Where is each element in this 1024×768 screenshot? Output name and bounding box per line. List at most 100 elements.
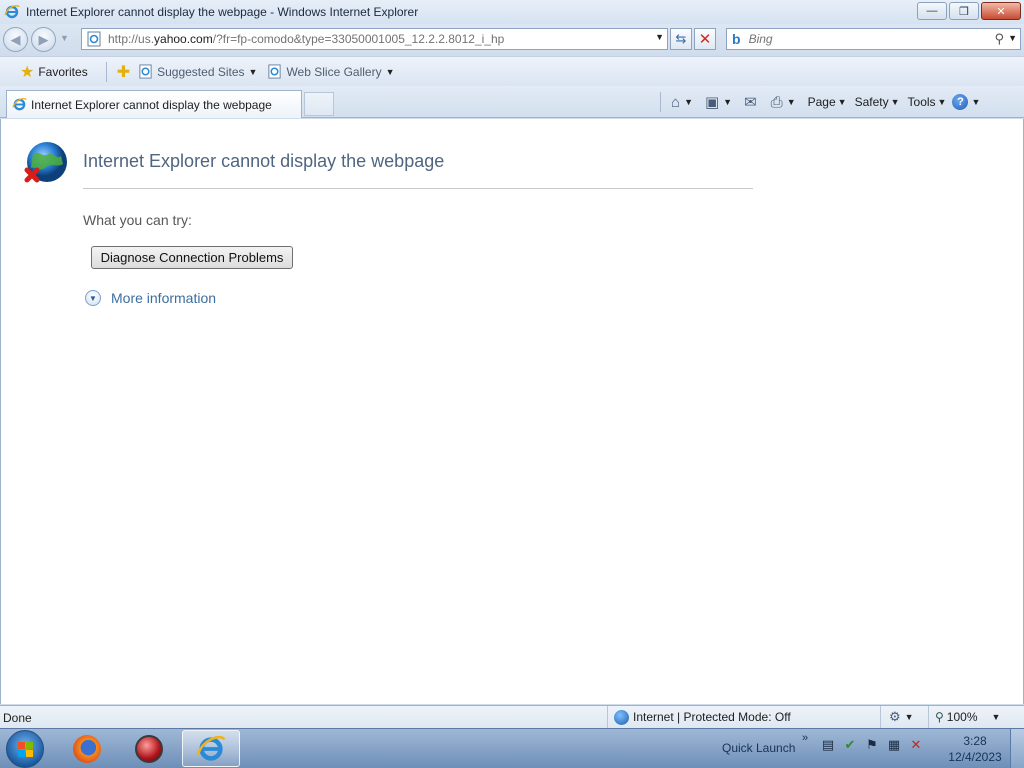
network-icon[interactable]: ▦ xyxy=(886,737,902,755)
search-box[interactable]: b ⚲ ▼ xyxy=(726,28,1021,50)
help-icon[interactable]: ? xyxy=(952,94,969,110)
quick-launch-label[interactable]: Quick Launch xyxy=(722,741,795,755)
page-title: Internet Explorer cannot display the web… xyxy=(83,151,445,171)
chevron-down-icon: ▼ xyxy=(385,66,395,77)
action-center-flag-icon[interactable]: ⚑ xyxy=(864,737,880,755)
recent-pages-dropdown[interactable]: ▼ xyxy=(60,33,69,43)
internet-explorer-icon xyxy=(4,5,20,19)
navigation-bar: ◀ ▶ ▼ http://us.yahoo.com/?fr=fp-comodo&… xyxy=(0,24,1024,56)
more-information-row[interactable]: ▼ More information xyxy=(85,290,216,306)
tools-menu-chevron-icon[interactable]: ▼ xyxy=(938,97,947,107)
home-icon[interactable]: ⌂ xyxy=(671,94,680,111)
page-icon xyxy=(87,31,101,47)
firefox-icon xyxy=(73,734,101,763)
zoom-magnifier-icon: ⚲ xyxy=(935,710,944,724)
page-menu[interactable]: Page xyxy=(808,95,836,109)
bing-icon: b xyxy=(732,31,741,47)
more-information-link[interactable]: More information xyxy=(111,290,216,306)
system-clock[interactable]: 3:28 12/4/2023 xyxy=(944,733,1006,765)
tools-menu[interactable]: Tools xyxy=(908,95,936,109)
window-title: Internet Explorer cannot display the web… xyxy=(26,5,419,19)
safety-menu[interactable]: Safety xyxy=(855,95,889,109)
taskbar-internet-explorer[interactable] xyxy=(182,730,240,767)
addons-dropdown-icon[interactable]: ▼ xyxy=(905,712,914,722)
address-bar[interactable]: http://us.yahoo.com/?fr=fp-comodo&type=3… xyxy=(81,28,668,50)
favorites-star-icon: ★ xyxy=(20,63,35,81)
tab-title: Internet Explorer cannot display the web… xyxy=(31,97,272,112)
refresh-icon: ⇆ xyxy=(675,31,687,46)
search-options-dropdown-icon[interactable]: ▼ xyxy=(1008,33,1017,43)
home-dropdown-icon[interactable]: ▼ xyxy=(684,97,693,107)
comodo-dragon-icon xyxy=(135,734,163,763)
back-button[interactable]: ◀ xyxy=(3,27,28,52)
command-bar-separator xyxy=(660,92,661,112)
forward-arrow-icon: ▶ xyxy=(38,31,49,47)
maximize-button[interactable]: ❐ xyxy=(949,2,979,20)
volume-muted-icon[interactable]: ✕ xyxy=(908,737,924,755)
addons-status[interactable]: ⚙ ▼ xyxy=(880,706,914,728)
stop-button[interactable]: ✕ xyxy=(694,28,716,50)
read-mail-icon[interactable]: ✉ xyxy=(744,93,757,111)
clock-time: 3:28 xyxy=(963,734,987,748)
refresh-button[interactable]: ⇆ xyxy=(670,28,692,50)
chevron-down-icon: ▼ xyxy=(248,66,258,77)
tray-document-icon[interactable]: ▤ xyxy=(820,737,836,755)
back-arrow-icon: ◀ xyxy=(10,31,21,47)
new-tab-button[interactable] xyxy=(304,92,334,116)
show-desktop-button[interactable] xyxy=(1010,729,1024,768)
tab-ie-icon xyxy=(12,97,27,111)
favorites-label: Favorites xyxy=(38,64,88,79)
help-dropdown-icon[interactable]: ▼ xyxy=(971,97,980,107)
tray-security-shield-icon[interactable]: ✔ xyxy=(842,737,858,755)
favorites-bar: ★ Favorites ✚ Suggested Sites ▼ Web Slic… xyxy=(0,56,1024,86)
command-bar: ⌂ ▼ ▣ ▼ ✉ ⎙ ▼ Page ▼ Safety ▼ Tools ▼ ? ▼ xyxy=(660,90,992,114)
start-button[interactable] xyxy=(6,730,44,768)
suggested-sites-page-icon xyxy=(139,64,152,79)
security-zone[interactable]: Internet | Protected Mode: Off xyxy=(607,706,791,728)
address-dropdown-icon[interactable]: ▼ xyxy=(655,32,664,42)
print-icon[interactable]: ⎙ xyxy=(771,94,783,111)
zoom-control[interactable]: ⚲ 100% ▼ xyxy=(928,706,1000,728)
zoom-dropdown-icon[interactable]: ▼ xyxy=(992,712,1001,722)
add-to-favorites-bar-icon[interactable]: ✚ xyxy=(117,62,130,82)
zoom-level: 100% xyxy=(946,710,978,724)
taskbar: Quick Launch » ▤ ✔ ⚑ ▦ ✕ 3:28 12/4/2023 xyxy=(0,728,1024,768)
web-slice-gallery-link[interactable]: Web Slice Gallery ▼ xyxy=(267,64,395,79)
favorites-button[interactable]: ★ Favorites xyxy=(16,60,92,84)
diagnose-connection-button[interactable]: Diagnose Connection Problems xyxy=(91,246,293,269)
heading-divider xyxy=(83,188,753,189)
feeds-dropdown-icon[interactable]: ▼ xyxy=(723,97,732,107)
suggested-sites-label: Suggested Sites xyxy=(157,64,245,79)
stop-icon: ✕ xyxy=(698,31,712,48)
page-menu-chevron-icon[interactable]: ▼ xyxy=(838,97,847,107)
close-button[interactable]: ✕ xyxy=(981,2,1021,20)
suggested-sites-link[interactable]: Suggested Sites ▼ xyxy=(138,64,257,79)
quick-launch-chevron-icon[interactable]: » xyxy=(802,732,808,744)
feeds-icon[interactable]: ▣ xyxy=(705,93,719,111)
web-slice-gallery-page-icon xyxy=(268,64,282,79)
zone-text: Internet | Protected Mode: Off xyxy=(633,710,791,724)
taskbar-comodo-dragon[interactable] xyxy=(120,730,178,767)
status-bar: Done Internet | Protected Mode: Off ⚙ ▼ … xyxy=(0,705,1024,728)
forward-button[interactable]: ▶ xyxy=(31,27,56,52)
web-slice-gallery-label: Web Slice Gallery xyxy=(286,64,382,79)
tab-active[interactable]: Internet Explorer cannot display the web… xyxy=(6,90,302,118)
globe-error-icon xyxy=(24,142,67,183)
address-url[interactable]: http://us.yahoo.com/?fr=fp-comodo&type=3… xyxy=(108,32,504,46)
clock-date: 12/4/2023 xyxy=(948,750,1002,764)
internet-zone-globe-icon xyxy=(614,709,629,725)
addons-gear-icon: ⚙ xyxy=(889,709,901,724)
safety-menu-chevron-icon[interactable]: ▼ xyxy=(891,97,900,107)
search-input[interactable] xyxy=(748,32,969,46)
tab-bar: Internet Explorer cannot display the web… xyxy=(0,86,1024,118)
try-label: What you can try: xyxy=(83,212,192,228)
page-content: Internet Explorer cannot display the web… xyxy=(0,119,1024,704)
expand-chevron-icon[interactable]: ▼ xyxy=(85,290,101,306)
search-icon[interactable]: ⚲ xyxy=(994,31,1004,47)
internet-explorer-taskbar-icon xyxy=(196,735,226,761)
status-text: Done xyxy=(3,711,32,725)
minimize-button[interactable]: — xyxy=(917,2,947,20)
title-bar: Internet Explorer cannot display the web… xyxy=(0,0,1024,24)
print-dropdown-icon[interactable]: ▼ xyxy=(787,97,796,107)
taskbar-firefox[interactable] xyxy=(58,730,116,767)
